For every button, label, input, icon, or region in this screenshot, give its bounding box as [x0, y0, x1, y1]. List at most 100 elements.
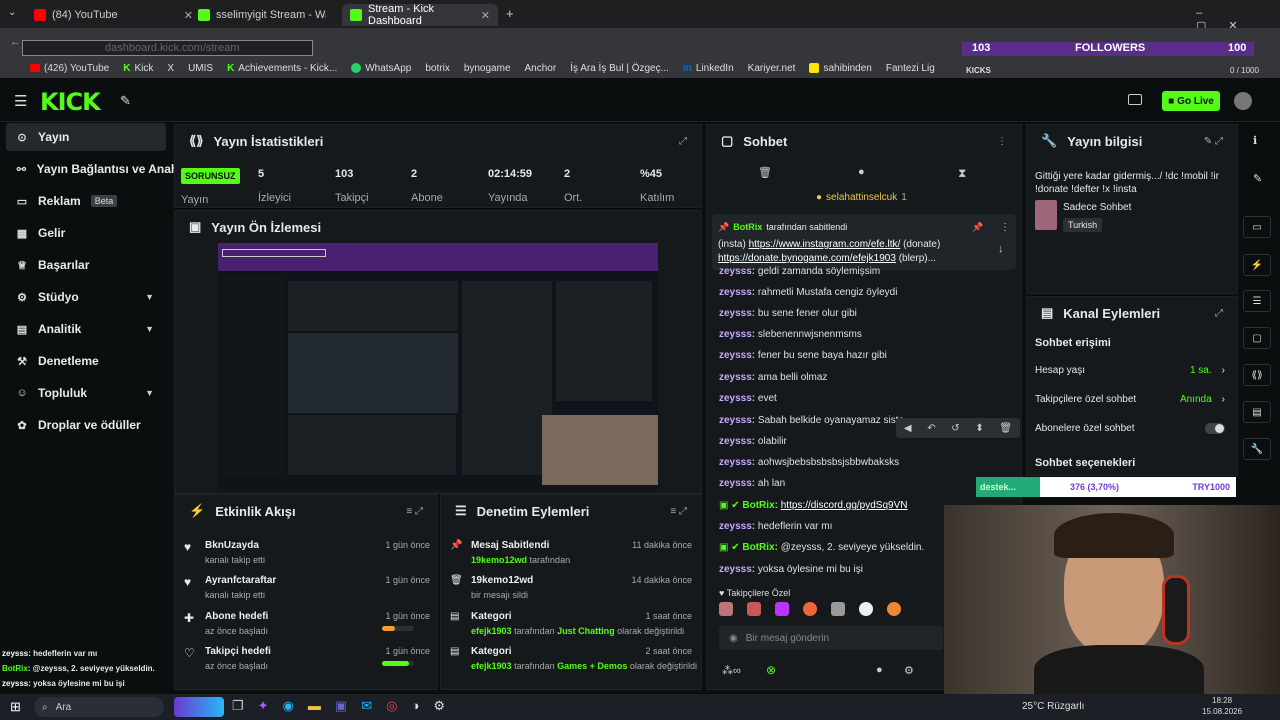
screen-icon[interactable] — [1128, 94, 1142, 105]
sidebar-item-gelir[interactable]: ▦ Gelir — [6, 219, 166, 247]
chat-input[interactable]: ◉ Bir mesaj gönderin — [719, 626, 943, 650]
bookmark-item[interactable]: X — [167, 63, 174, 74]
rail-card-icon[interactable]: ▭ — [1243, 216, 1271, 238]
tag-badge[interactable]: Turkish — [1063, 218, 1103, 232]
chat-message[interactable]: zeysss: rahmetli Mustafa cengiz öyleydi — [719, 287, 897, 298]
taskbar-widget[interactable] — [174, 697, 224, 717]
stream-preview-video[interactable] — [218, 243, 658, 491]
chat-message[interactable]: zeysss: yoksa öylesine mi bu işi — [719, 564, 863, 575]
mail-icon[interactable]: ✉ — [361, 698, 372, 714]
chat-message[interactable]: zeysss: hedeflerin var mı — [719, 521, 832, 532]
pin-icon[interactable]: ✎ — [120, 93, 131, 109]
followers-chat-row[interactable]: Takipçilere özel sohbet Anında › — [1035, 394, 1225, 405]
rail-bolt-icon[interactable]: ⚡ — [1243, 254, 1271, 276]
more-icon[interactable]: ⋮ — [997, 136, 1007, 147]
message-icon[interactable]: ● — [876, 664, 883, 676]
chat-username[interactable]: zeysss: — [719, 521, 755, 532]
clock[interactable]: 18:28 15.08.2026 — [1202, 695, 1242, 717]
filter-icon[interactable]: ≡ ⤢ — [670, 506, 687, 517]
emote[interactable] — [747, 602, 761, 616]
chat-username[interactable]: zeysss: — [719, 393, 755, 404]
chat-username[interactable]: zeysss: — [719, 350, 755, 361]
sidebar-item-yayin[interactable]: ⊙ Yayın — [6, 123, 166, 151]
more-icon[interactable]: ⋮ — [1000, 222, 1010, 233]
tab-list-icon[interactable]: ⌄ — [8, 7, 16, 18]
expand-icon[interactable]: ⤢ — [679, 136, 687, 147]
sidebar-item-topluluk[interactable]: ☺ Topluluk ▼ — [6, 379, 166, 407]
chevron-left-icon[interactable]: ◀ — [904, 423, 912, 434]
sidebar-item-baglanti[interactable]: ⚯Yayın Bağlantısı ve Anahtar — [6, 155, 176, 183]
obs-icon[interactable]: ◑ — [411, 698, 419, 714]
chat-username[interactable]: zeysss: — [719, 564, 755, 575]
sidebar-item-denetleme[interactable]: ⚒ Denetleme — [6, 347, 166, 375]
chat-message[interactable]: zeysss: fener bu sene baya hazır gibi — [719, 350, 887, 361]
chat-message[interactable]: zeysss: Sabah belkide oyanayamaz siste — [719, 415, 904, 426]
chat-username[interactable]: zeysss: — [719, 415, 755, 426]
category-name[interactable]: Sadece Sohbet — [1063, 202, 1131, 213]
bookmark-item[interactable]: sahibinden — [809, 63, 872, 74]
bookmark-item[interactable]: in LinkedIn — [683, 63, 734, 74]
bookmark-item[interactable]: K Kick — [123, 63, 153, 74]
sidebar-item-basarilar[interactable]: ♕ Başarılar — [6, 251, 166, 279]
expand-icon[interactable]: ⤢ — [1215, 308, 1223, 319]
go-live-button[interactable]: ■ Go Live — [1162, 91, 1220, 111]
bookmark-item[interactable]: Kariyer.net — [748, 63, 796, 74]
menu-icon[interactable]: ☰ — [14, 92, 27, 110]
copilot-icon[interactable]: ✦ — [258, 698, 269, 714]
chat-username[interactable]: zeysss: — [719, 478, 755, 489]
donate-link[interactable]: https://donate.bynogame.com/efejk1903 — [718, 253, 896, 264]
sidebar-item-reklam[interactable]: ▭ Reklam Beta — [6, 187, 166, 215]
chat-message[interactable]: zeysss: olabilir — [719, 436, 787, 447]
chat-message[interactable]: zeysss: bu sene fener olur gibi — [719, 308, 857, 319]
edge-icon[interactable]: ◉ — [283, 698, 294, 714]
new-tab-button[interactable]: + — [506, 6, 514, 21]
chat-username[interactable]: zeysss: — [719, 372, 755, 383]
weather[interactable]: 25°C Rüzgarlı — [1022, 701, 1084, 712]
sidebar-item-analitik[interactable]: ▤ Analitik ▼ — [6, 315, 166, 343]
chat-settings-icon[interactable]: ⁂∞ — [722, 664, 741, 677]
sidebar-item-studyo[interactable]: ⚙ Stüdyo ▼ — [6, 283, 166, 311]
kick-coin-icon[interactable]: ⊗ — [766, 663, 776, 677]
sidebar-item-droplar[interactable]: ✿ Droplar ve ödüller — [6, 411, 166, 439]
filter-icon[interactable]: ≡ ⤢ — [406, 506, 423, 517]
rail-wrench-icon[interactable]: 🔧 — [1243, 438, 1271, 460]
chat-message[interactable]: zeysss: ah lan — [719, 478, 785, 489]
chat-username[interactable]: zeysss: — [719, 287, 755, 298]
chat-message[interactable]: zeysss: geldi zamanda söylemişsim — [719, 266, 880, 277]
bookmark-item[interactable]: UMIS — [188, 63, 213, 74]
emote[interactable] — [859, 602, 873, 616]
bookmark-item[interactable]: botrix — [425, 63, 449, 74]
store-icon[interactable]: ▣ — [335, 698, 347, 714]
bookmark-item[interactable]: İş Ara İş Bul | Özgeç... — [570, 63, 669, 74]
instagram-link[interactable]: https://www.instagram.com/efe.ltk/ — [749, 239, 901, 250]
undo-icon[interactable]: ↺ — [951, 423, 959, 434]
hourglass-icon[interactable]: ⧗ — [958, 166, 966, 181]
rail-broadcast-icon[interactable]: ⟪⟫ — [1243, 364, 1271, 386]
emote[interactable] — [775, 602, 789, 616]
kick-logo[interactable]: KICK — [40, 88, 101, 116]
emote-picker-icon[interactable]: ◉ — [729, 633, 738, 644]
taskbar-search[interactable]: ⌕ Ara — [34, 697, 164, 717]
bookmark-item[interactable]: K Achievements - Kick... — [227, 63, 337, 74]
task-view-icon[interactable]: ❐ — [232, 698, 244, 714]
start-icon[interactable]: ⊞ — [10, 699, 21, 715]
emote[interactable] — [831, 602, 845, 616]
chat-message[interactable]: zeysss: aohwsjbebsbsbsbsjsbbwbaksks — [719, 457, 899, 468]
bookmark-item[interactable]: (426) YouTube — [30, 63, 109, 74]
emote[interactable] — [887, 602, 901, 616]
tab-youtube[interactable]: (84) YouTube ✕ — [26, 4, 201, 26]
rail-chat-icon[interactable]: ▢ — [1243, 327, 1271, 349]
arrow-down-icon[interactable]: ↓ — [998, 243, 1004, 255]
chat-username[interactable]: BotRix: — [742, 500, 778, 511]
chat-username[interactable]: BotRix: — [742, 542, 778, 553]
message-icon[interactable]: ● — [858, 166, 865, 178]
chat-username[interactable]: zeysss: — [719, 436, 755, 447]
gear-icon[interactable]: ⚙ — [904, 664, 914, 677]
info-icon[interactable]: ℹ — [1253, 134, 1257, 147]
folder-icon[interactable]: ▬ — [308, 698, 321, 714]
trash-icon[interactable]: 🗑 — [758, 166, 772, 179]
back-icon[interactable]: ← — [10, 36, 21, 48]
subscribers-toggle[interactable] — [1205, 423, 1225, 434]
tab-sselimyigit[interactable]: sselimyigit Stream - Watch Live ✕ — [190, 4, 365, 26]
delete-icon[interactable]: 🗑 — [999, 423, 1012, 434]
